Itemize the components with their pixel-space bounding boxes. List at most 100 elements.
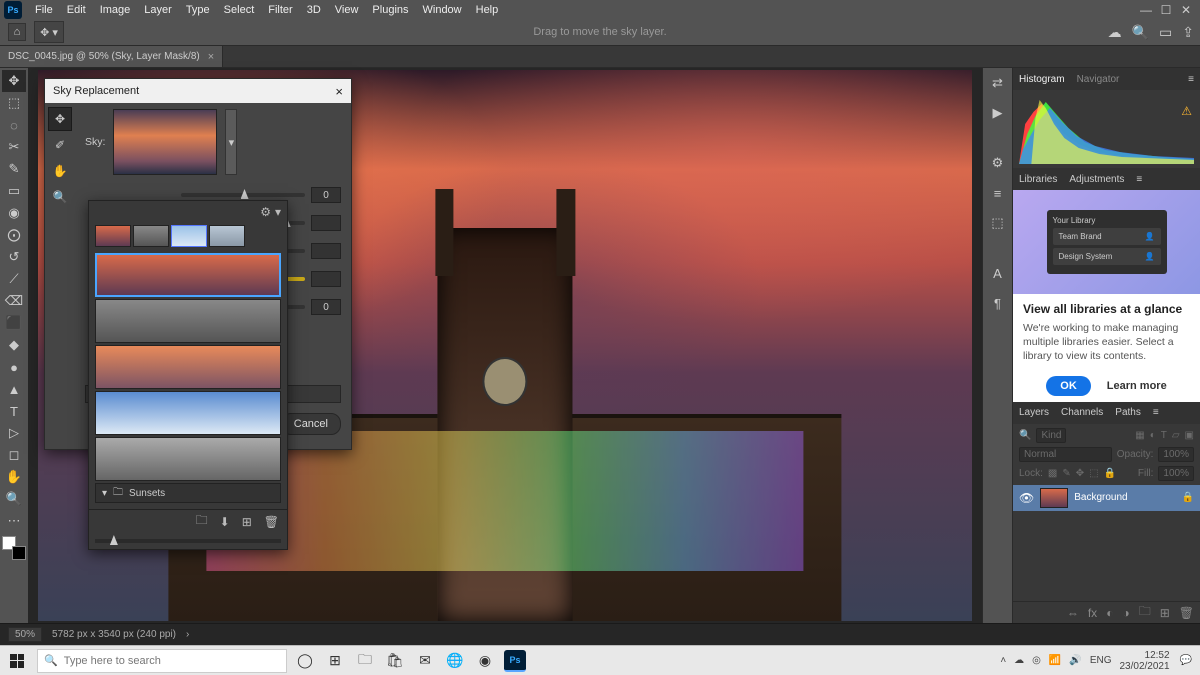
search-icon[interactable]: 🔍 bbox=[1132, 24, 1149, 41]
delete-layer-icon[interactable]: 🗑 bbox=[1179, 606, 1194, 620]
menu-filter[interactable]: Filter bbox=[261, 4, 299, 16]
blur-tool[interactable]: ◆ bbox=[2, 334, 26, 356]
menu-view[interactable]: View bbox=[328, 4, 366, 16]
path-tool[interactable]: ▷ bbox=[2, 422, 26, 444]
menu-file[interactable]: File bbox=[28, 4, 60, 16]
opacity-field[interactable]: 100% bbox=[1158, 447, 1194, 462]
dialog-brush-tool[interactable]: ✐ bbox=[48, 133, 72, 157]
lock-pixels-icon[interactable]: ✎ bbox=[1062, 468, 1070, 479]
photoshop-taskbar-icon[interactable]: Ps bbox=[500, 646, 530, 675]
histogram-warning-icon[interactable]: ⚠ bbox=[1181, 104, 1192, 118]
lock-artboard-icon[interactable]: ⬚ bbox=[1089, 468, 1098, 479]
edge-icon[interactable]: 🌐 bbox=[440, 646, 470, 675]
slider-val-2[interactable] bbox=[311, 215, 341, 231]
flyout-gear-icon[interactable]: ⚙ bbox=[260, 205, 271, 219]
panel-icon-layers[interactable]: ⬚ bbox=[986, 212, 1010, 234]
sky-tab-4[interactable] bbox=[209, 225, 245, 247]
tray-chevron-icon[interactable]: ˄ bbox=[1000, 655, 1006, 666]
tab-channels[interactable]: Channels bbox=[1061, 407, 1103, 418]
pen-tool[interactable]: ▲ bbox=[2, 378, 26, 400]
tab-navigator[interactable]: Navigator bbox=[1077, 74, 1120, 85]
blend-mode-select[interactable]: Normal bbox=[1019, 447, 1112, 462]
filter-pixel-icon[interactable]: ▦ bbox=[1135, 430, 1144, 441]
move-tool[interactable]: ✥ bbox=[2, 70, 26, 92]
tray-wifi-icon[interactable]: 📶 bbox=[1049, 655, 1061, 666]
workspace-icon[interactable]: ▭ bbox=[1159, 24, 1172, 41]
panel-menu-icon[interactable]: ≡ bbox=[1136, 174, 1142, 185]
gradient-tool[interactable]: ⬛ bbox=[2, 312, 26, 334]
window-restore-button[interactable]: ☐ bbox=[1156, 3, 1176, 17]
sky-tab-3[interactable] bbox=[171, 225, 207, 247]
dodge-tool[interactable]: ● bbox=[2, 356, 26, 378]
dialog-titlebar[interactable]: Sky Replacement × bbox=[45, 79, 351, 103]
menu-window[interactable]: Window bbox=[416, 4, 469, 16]
zoom-field[interactable]: 50% bbox=[8, 627, 42, 642]
frame-tool[interactable]: ✎ bbox=[2, 158, 26, 180]
filter-smart-icon[interactable]: ▣ bbox=[1185, 430, 1194, 441]
layer-fx-icon[interactable]: fx bbox=[1088, 606, 1097, 620]
crop-tool[interactable]: ✂ bbox=[2, 136, 26, 158]
lasso-tool[interactable]: ◌ bbox=[2, 114, 26, 136]
taskbar-search[interactable]: 🔍 Type here to search bbox=[37, 649, 287, 673]
sky-preset-5[interactable] bbox=[95, 437, 281, 481]
share-icon[interactable]: ⇪ bbox=[1182, 24, 1194, 41]
sky-preset-2[interactable] bbox=[95, 299, 281, 343]
panel-icon-para[interactable]: ¶ bbox=[986, 292, 1010, 314]
menu-layer[interactable]: Layer bbox=[137, 4, 179, 16]
tray-lang[interactable]: ENG bbox=[1090, 655, 1112, 666]
tab-adjustments[interactable]: Adjustments bbox=[1069, 174, 1124, 185]
slider-val-3[interactable] bbox=[311, 243, 341, 259]
menu-image[interactable]: Image bbox=[93, 4, 138, 16]
sky-preset-4[interactable] bbox=[95, 391, 281, 435]
start-button[interactable] bbox=[0, 646, 34, 675]
dialog-move-tool[interactable]: ✥ bbox=[48, 107, 72, 131]
flyout-delete-icon[interactable]: 🗑 bbox=[264, 515, 279, 529]
dialog-zoom-tool[interactable]: 🔍 bbox=[48, 185, 72, 209]
panel-menu-icon[interactable]: ≡ bbox=[1153, 407, 1159, 418]
explorer-icon[interactable]: 🗀 bbox=[350, 646, 380, 675]
filter-type-icon[interactable]: T bbox=[1161, 430, 1167, 441]
flyout-new-icon[interactable]: ⊞ bbox=[242, 515, 252, 529]
promo-ok-button[interactable]: OK bbox=[1046, 376, 1091, 396]
flyout-folder-icon[interactable]: 🗀 bbox=[196, 511, 208, 532]
panel-icon-char[interactable]: A bbox=[986, 262, 1010, 284]
tray-volume-icon[interactable]: 🔊 bbox=[1069, 655, 1081, 666]
slider-val-1[interactable]: 0 bbox=[311, 187, 341, 203]
tab-close-icon[interactable]: × bbox=[208, 51, 214, 63]
filter-adjust-icon[interactable]: ◐ bbox=[1150, 430, 1156, 441]
hand-tool[interactable]: ✋ bbox=[2, 466, 26, 488]
eyedropper-tool[interactable]: ▭ bbox=[2, 180, 26, 202]
sky-tab-2[interactable] bbox=[133, 225, 169, 247]
promo-learn-link[interactable]: Learn more bbox=[1107, 380, 1167, 392]
cloud-docs-icon[interactable]: ☁ bbox=[1108, 24, 1122, 41]
lock-pos-icon[interactable]: ✥ bbox=[1076, 468, 1084, 479]
dialog-hand-tool[interactable]: ✋ bbox=[48, 159, 72, 183]
sky-tab-1[interactable] bbox=[95, 225, 131, 247]
sky-preset-flyout[interactable]: ⚙▾ ▾🗀Sunsets 🗀 ⬇ ⊞ 🗑 bbox=[88, 200, 288, 550]
adjustment-layer-icon[interactable]: ◑ bbox=[1122, 606, 1129, 620]
menu-help[interactable]: Help bbox=[469, 4, 506, 16]
cortana-icon[interactable]: ◯ bbox=[290, 646, 320, 675]
new-layer-icon[interactable]: ⊞ bbox=[1160, 606, 1170, 620]
lock-trans-icon[interactable]: ▩ bbox=[1048, 468, 1057, 479]
sky-preset-1[interactable] bbox=[95, 253, 281, 297]
flyout-size-slider[interactable] bbox=[89, 533, 287, 549]
menu-select[interactable]: Select bbox=[217, 4, 262, 16]
sky-folder-sunsets[interactable]: ▾🗀Sunsets bbox=[95, 483, 281, 503]
flyout-import-icon[interactable]: ⬇ bbox=[220, 515, 230, 529]
panel-menu-icon[interactable]: ≡ bbox=[1188, 74, 1194, 85]
menu-type[interactable]: Type bbox=[179, 4, 217, 16]
sky-preset-3[interactable] bbox=[95, 345, 281, 389]
marquee-tool[interactable]: ⬚ bbox=[2, 92, 26, 114]
window-minimize-button[interactable]: — bbox=[1136, 3, 1156, 17]
tray-cc-icon[interactable]: ◎ bbox=[1032, 655, 1041, 666]
panel-icon-styles[interactable]: ≡ bbox=[986, 182, 1010, 204]
dialog-cancel-button[interactable]: Cancel bbox=[281, 413, 341, 435]
lock-all-icon[interactable]: 🔒 bbox=[1104, 468, 1116, 479]
edit-toolbar[interactable]: ⋯ bbox=[2, 510, 26, 532]
clone-tool[interactable]: ↺ bbox=[2, 246, 26, 268]
document-tab[interactable]: DSC_0045.jpg @ 50% (Sky, Layer Mask/8) × bbox=[0, 46, 223, 67]
layer-group-icon[interactable]: 🗀 bbox=[1139, 602, 1151, 623]
tab-layers[interactable]: Layers bbox=[1019, 407, 1049, 418]
color-swatches[interactable] bbox=[2, 536, 26, 560]
